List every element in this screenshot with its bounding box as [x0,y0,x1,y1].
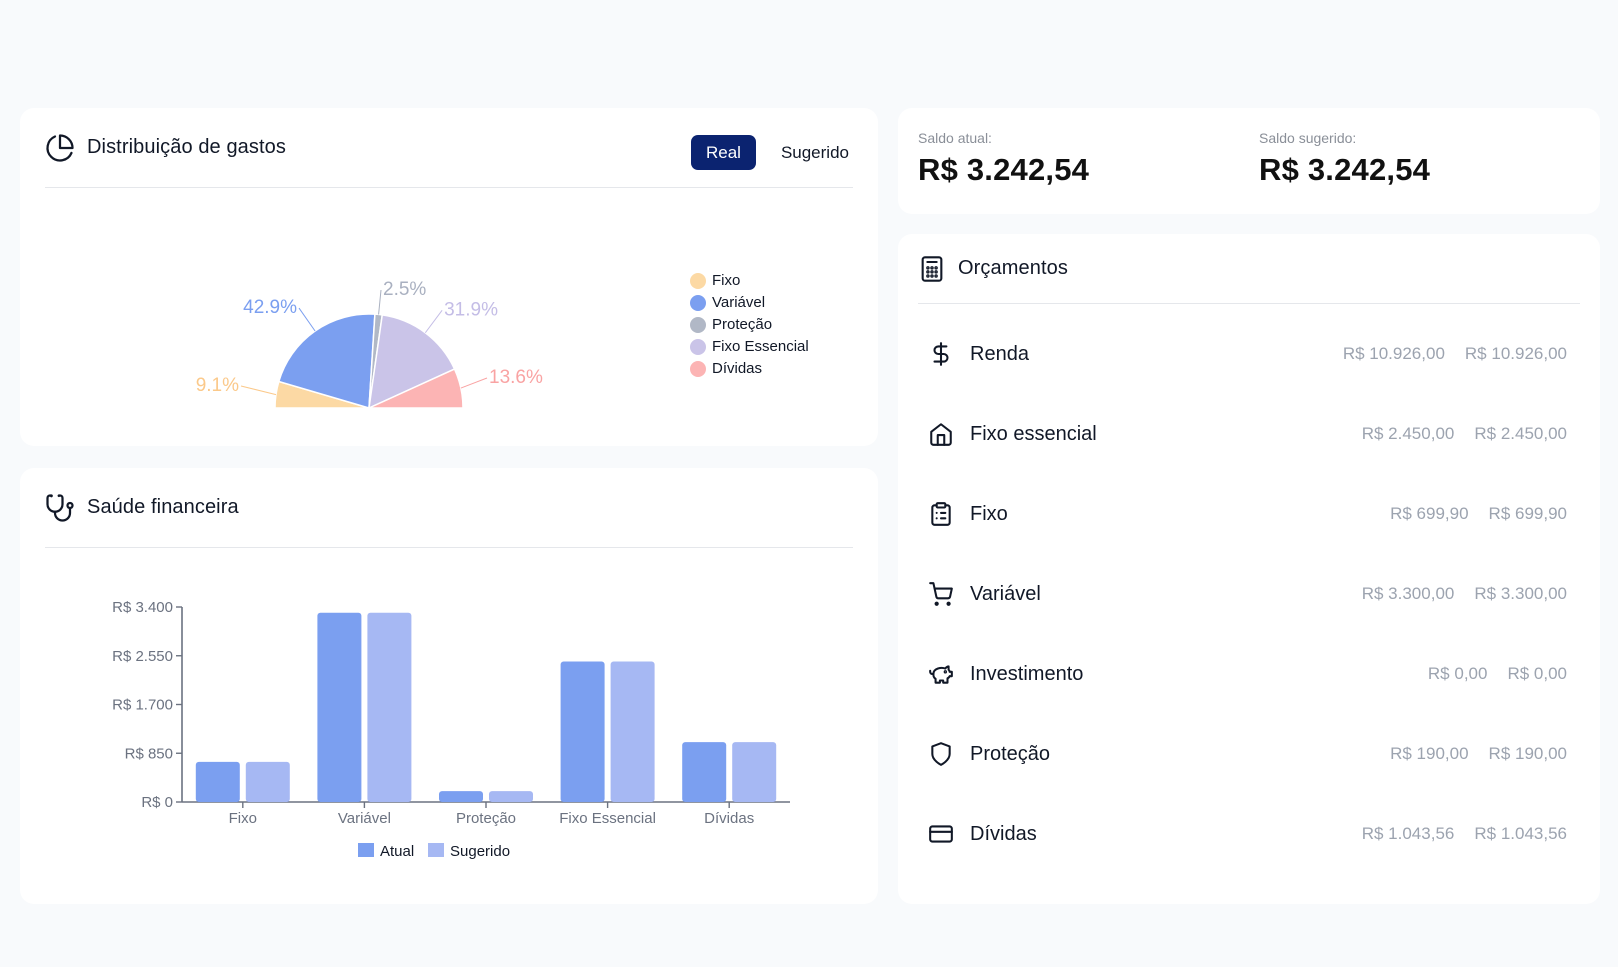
x-tick-label: Proteção [456,810,516,827]
pie-value-label: 42.9% [243,297,297,318]
legend-swatch [690,316,706,333]
bar-atual-fixo-essencial[interactable] [560,661,605,802]
pie-legend-item[interactable]: Dívidas [690,360,762,377]
budgets-title: Orçamentos [958,257,1068,279]
bar-sugerido-fixo-essencial[interactable] [610,661,655,802]
x-tick-label: Variável [338,810,391,827]
balance-card: Saldo atual: R$ 3.242,54 Saldo sugerido:… [898,108,1600,214]
budget-suggested-value: R$ 190,00 [1488,744,1567,763]
bar-sugerido-dívidas[interactable] [732,742,777,802]
budget-name: Proteção [970,742,1051,765]
budget-row-variavel[interactable]: Variável R$ 3.300,00 R$ 3.300,00 [928,574,1567,614]
legend-swatch [690,294,706,311]
budget-name: Variável [970,582,1041,605]
dollar-icon [928,341,958,367]
legend-label: Dívidas [712,360,763,377]
bar-atual-fixo[interactable] [195,761,240,802]
legend-label: Variável [712,294,766,311]
bar-atual-dívidas[interactable] [682,742,727,802]
pie-legend-item[interactable]: Variável [690,294,765,311]
calculator-icon [918,254,946,284]
bar-sugerido-variável[interactable] [367,612,412,802]
y-tick-label: R$ 2.550 [112,648,173,665]
bar-atual-proteção[interactable] [439,791,483,802]
x-tick-label: Fixo Essencial [559,810,656,827]
budget-real-value: R$ 2.450,00 [1361,424,1455,443]
legend-label: Proteção [712,316,773,333]
budget-name: Renda [970,342,1029,365]
bar-sugerido-proteção[interactable] [489,791,533,802]
bar-atual-variável[interactable] [317,612,362,802]
cart-icon [928,581,958,607]
pie-value-label: 13.6% [489,367,543,388]
budget-suggested-value: R$ 699,90 [1488,504,1567,523]
current-balance-value: R$ 3.242,54 [918,152,1090,187]
legend-label: Fixo [712,272,741,289]
current-balance-label: Saldo atual: [918,130,992,146]
budget-row-investimento[interactable]: Investimento R$ 0,00 R$ 0,00 [928,654,1567,694]
bar-legend-label[interactable]: Atual [380,843,414,860]
pie-value-label: 9.1% [196,375,239,396]
bar-sugerido-fixo[interactable] [245,761,290,802]
budget-name: Fixo [970,502,1008,525]
budget-name: Dívidas [970,822,1037,845]
x-tick-label: Fixo [229,810,257,827]
credit-card-icon [928,821,958,847]
budget-real-value: R$ 10.926,00 [1342,344,1445,363]
pie-label-line [240,385,277,396]
bar-legend-swatch [428,843,444,857]
pie-label-line [378,289,382,315]
pie-value-label: 2.5% [383,279,426,300]
distribution-pie-chart: 9.1% 42.9% 2.5% 31.9% 13.6% [196,279,543,410]
budget-suggested-value: R$ 1.043,56 [1474,824,1567,843]
budget-name: Fixo essencial [970,422,1097,445]
budget-row-protecao[interactable]: Proteção R$ 190,00 R$ 190,00 [928,734,1567,774]
budget-suggested-value: R$ 0,00 [1507,664,1567,683]
home-icon [928,421,958,447]
bar-legend-swatch [358,843,374,857]
pie-label-line [460,377,488,389]
pie-legend-item[interactable]: Fixo [690,272,740,289]
legend-label: Fixo Essencial [712,338,809,355]
piggy-bank-icon [928,661,958,687]
legend-swatch [690,360,706,377]
x-tick-label: Dívidas [704,810,754,827]
pie-legend-item[interactable]: Proteção [690,316,772,333]
y-tick-label: R$ 1.700 [112,697,173,714]
budget-row-dividas[interactable]: Dívidas R$ 1.043,56 R$ 1.043,56 [928,814,1567,854]
clipboard-icon [928,501,958,527]
health-bar-chart: R$ 0 R$ 850 R$ 1.700 R$ 2.550 R$ 3.400 Fixo Va… [112,599,790,860]
budgets-card: Orçamentos Renda R$ 10.926,00 R$ 10.926,… [898,234,1600,904]
budget-real-value: R$ 699,90 [1390,504,1469,523]
bar-legend-label[interactable]: Sugerido [450,843,510,860]
budget-real-value: R$ 1.043,56 [1361,824,1455,843]
budget-row-fixo[interactable]: Fixo R$ 699,90 R$ 699,90 [928,494,1567,534]
budget-suggested-value: R$ 2.450,00 [1474,424,1567,443]
budgets-header: Orçamentos [918,234,1580,304]
legend-swatch [690,338,706,355]
budget-suggested-value: R$ 3.300,00 [1474,584,1567,603]
pie-legend-item[interactable]: Fixo Essencial [690,338,809,355]
y-tick-label: R$ 0 [141,794,173,811]
budget-real-value: R$ 0,00 [1427,664,1488,683]
budget-row-renda[interactable]: Renda R$ 10.926,00 R$ 10.926,00 [928,334,1567,374]
pie-label-line [298,307,316,332]
legend-swatch [690,272,706,289]
budget-row-fixo-essencial[interactable]: Fixo essencial R$ 2.450,00 R$ 2.450,00 [928,414,1567,454]
budget-real-value: R$ 190,00 [1390,744,1469,763]
budget-suggested-value: R$ 10.926,00 [1464,344,1567,363]
suggested-balance-value: R$ 3.242,54 [1259,152,1431,187]
budget-name: Investimento [970,662,1084,685]
pie-value-label: 31.9% [444,299,498,320]
y-tick-label: R$ 850 [125,745,173,762]
suggested-balance-label: Saldo sugerido: [1259,130,1357,146]
budget-real-value: R$ 3.300,00 [1361,584,1455,603]
y-tick-label: R$ 3.400 [112,599,173,616]
shield-icon [928,741,958,767]
pie-label-line [424,310,443,334]
